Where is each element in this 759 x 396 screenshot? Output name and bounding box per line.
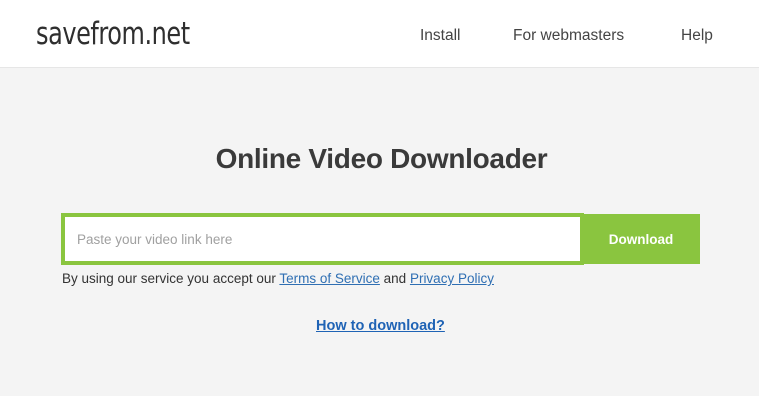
how-to-download-link[interactable]: How to download? xyxy=(316,317,445,335)
terms-prefix-text: By using our service you accept our xyxy=(62,271,280,286)
page-title: Online Video Downloader xyxy=(215,142,548,174)
site-logo[interactable]: savefrom.net xyxy=(36,14,190,54)
terms-of-service-link[interactable]: Terms of Service xyxy=(279,271,380,286)
download-button[interactable]: Download xyxy=(582,214,700,264)
nav-webmasters-link[interactable]: For webmasters xyxy=(513,26,624,46)
nav-help-link[interactable]: Help xyxy=(681,26,713,46)
privacy-policy-link[interactable]: Privacy Policy xyxy=(410,271,494,286)
site-header: savefrom.net Install For webmasters Help xyxy=(0,0,759,68)
video-url-input[interactable] xyxy=(61,213,584,265)
nav-install-link[interactable]: Install xyxy=(420,26,461,46)
terms-notice: By using our service you accept our Term… xyxy=(62,270,494,288)
terms-conjunction-text: and xyxy=(379,271,410,286)
